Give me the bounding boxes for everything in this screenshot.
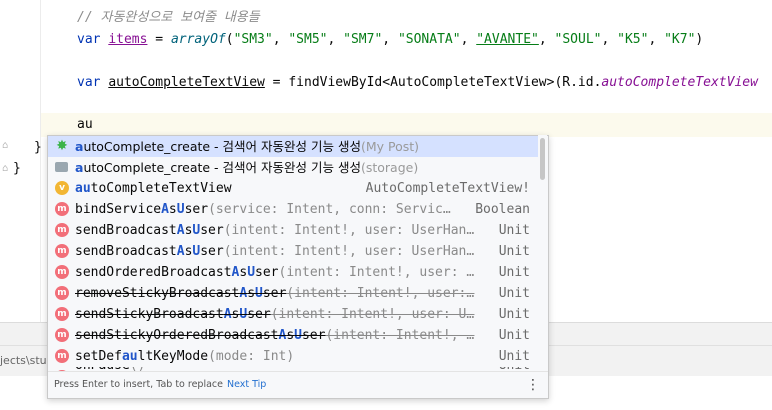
completion-item-deprecated[interactable]: m sendStickyOrderedBroadcastAsUser(inten… xyxy=(48,325,538,346)
separator: , xyxy=(460,32,477,47)
code-text: = findViewById<AutoCompleteTextView>(R.i… xyxy=(264,75,602,90)
string-literal: "SM3" xyxy=(233,32,273,47)
scrollbar-thumb[interactable] xyxy=(540,138,545,180)
type-label: Unit xyxy=(498,307,530,322)
fold-marker-icon[interactable]: ⌂ xyxy=(2,140,12,152)
completion-item[interactable]: v autoCompleteTextView AutoCompleteTextV… xyxy=(48,178,538,199)
type-label: Unit xyxy=(498,286,530,301)
variable-name: autoCompleteTextView xyxy=(108,75,265,90)
keyword: var xyxy=(77,32,101,47)
closing-brace: } xyxy=(34,140,42,155)
method-icon: m xyxy=(55,244,69,258)
separator: , xyxy=(601,32,618,47)
paren: ( xyxy=(225,32,234,47)
code-line-items[interactable]: var items = arrayOf("SM3", "SM5", "SM7",… xyxy=(77,31,703,49)
method-icon: m xyxy=(55,307,69,321)
completion-item[interactable]: m sendBroadcastAsUser(intent: Intent!, u… xyxy=(48,220,538,241)
type-label: AutoCompleteTextView! xyxy=(365,181,530,196)
separator: , xyxy=(272,32,289,47)
string-literal: "SM5" xyxy=(288,32,328,47)
popup-footer: Press Enter to insert, Tab to replace Nex… xyxy=(48,371,548,398)
separator: , xyxy=(648,32,665,47)
string-literal: "AVANTE" xyxy=(476,32,539,47)
more-options-icon[interactable]: ⋮ xyxy=(526,372,540,398)
type-label: Unit xyxy=(498,349,530,364)
string-literal: "SM7" xyxy=(343,32,383,47)
code-line-actv[interactable]: var autoCompleteTextView = findViewById<… xyxy=(77,74,758,92)
variable-name: items xyxy=(108,32,148,47)
fold-marker-icon[interactable]: ⌂ xyxy=(2,163,12,175)
method-icon: m xyxy=(55,202,69,216)
method-icon: m xyxy=(55,286,69,300)
completion-item[interactable]: autoComplete_create - 검색어 자동완성 기능 생성(sto… xyxy=(48,157,538,178)
folder-icon xyxy=(55,162,68,172)
resource-id: autoCompleteTextView xyxy=(601,75,758,90)
next-tip-link[interactable]: Next Tip xyxy=(227,379,266,390)
type-label: Boolean xyxy=(475,202,530,217)
footer-hint: Press Enter to insert, Tab to replace xyxy=(54,379,223,390)
completion-popup[interactable]: ✸ autoComplete_create - 검색어 자동완성 기능 생성(M… xyxy=(47,135,549,399)
completion-item[interactable]: ✸ autoComplete_create - 검색어 자동완성 기능 생성(M… xyxy=(48,136,538,157)
live-template-icon: ✸ xyxy=(56,138,68,154)
typed-text[interactable]: au xyxy=(77,116,93,134)
code-comment: // 자동완성으로 보여줄 내용들 xyxy=(77,10,260,25)
status-path: jects\stu xyxy=(0,354,47,367)
type-label: Unit xyxy=(498,223,530,238)
keyword: var xyxy=(77,75,101,90)
operator: = xyxy=(147,32,171,47)
type-label: Unit xyxy=(498,244,530,259)
completion-item-deprecated[interactable]: m removeStickyBroadcastAsUser(intent: In… xyxy=(48,283,538,304)
completion-item[interactable]: m bindServiceAsUser(service: Intent, con… xyxy=(48,199,538,220)
separator: , xyxy=(327,32,344,47)
completion-item[interactable]: m sendBroadcastAsUser(intent: Intent!, u… xyxy=(48,241,538,262)
completion-item-deprecated[interactable]: m sendStickyBroadcastAsUser(intent: Inte… xyxy=(48,304,538,325)
string-literal: "K7" xyxy=(664,32,696,47)
closing-brace: } xyxy=(13,161,21,176)
method-icon: m xyxy=(55,223,69,237)
type-label: Unit xyxy=(498,265,530,280)
separator: , xyxy=(538,32,555,47)
completion-item[interactable]: m sendOrderedBroadcastAsUser(intent: Int… xyxy=(48,262,538,283)
string-literal: "K5" xyxy=(617,32,649,47)
function-name: arrayOf xyxy=(170,32,226,47)
separator: , xyxy=(382,32,398,47)
string-literal: "SOUL" xyxy=(554,32,602,47)
popup-scrollbar[interactable] xyxy=(538,135,547,367)
completion-item[interactable]: m setDefaultKeyMode(mode: Int) Unit xyxy=(48,346,538,367)
method-icon: m xyxy=(55,328,69,342)
method-icon: m xyxy=(55,265,69,279)
string-literal: "SONATA" xyxy=(397,32,461,47)
type-label: Unit xyxy=(498,328,530,343)
current-line-highlight xyxy=(41,113,772,137)
method-icon: m xyxy=(55,349,69,363)
paren: ) xyxy=(695,32,704,47)
variable-icon: v xyxy=(55,181,69,195)
